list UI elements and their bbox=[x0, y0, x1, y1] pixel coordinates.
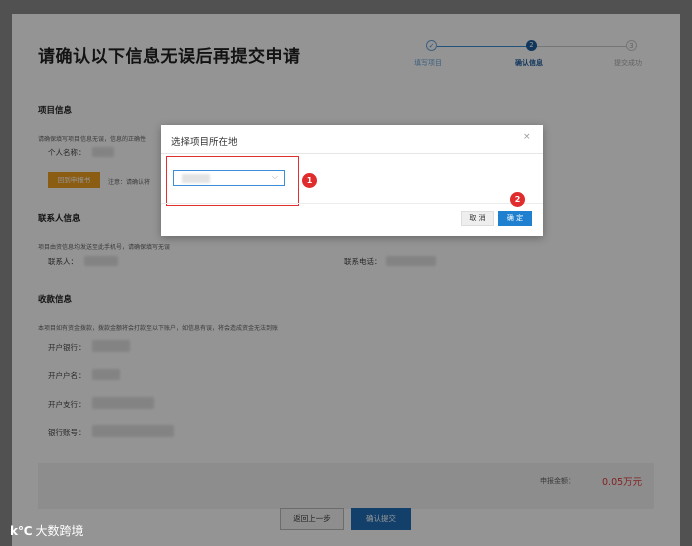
watermark: k℃ 大数跨境 bbox=[10, 522, 84, 539]
location-select-dialog: 选择项目所在地 × ⌵ 1 取 消 2 确 定 bbox=[161, 125, 543, 236]
annotation-badge-1: 1 bbox=[302, 173, 317, 188]
confirm-button[interactable]: 确 定 bbox=[498, 211, 532, 226]
dialog-title: 选择项目所在地 bbox=[171, 137, 238, 148]
close-icon[interactable]: × bbox=[523, 132, 531, 142]
annotation-badge-2: 2 bbox=[510, 192, 525, 207]
watermark-logo-icon: k℃ bbox=[10, 523, 33, 538]
dialog-header-divider bbox=[161, 153, 543, 154]
modal-overlay[interactable] bbox=[0, 0, 692, 546]
highlight-box bbox=[166, 156, 299, 206]
watermark-text: 大数跨境 bbox=[35, 524, 84, 538]
cancel-button[interactable]: 取 消 bbox=[461, 211, 494, 226]
dialog-footer-divider bbox=[161, 203, 543, 204]
